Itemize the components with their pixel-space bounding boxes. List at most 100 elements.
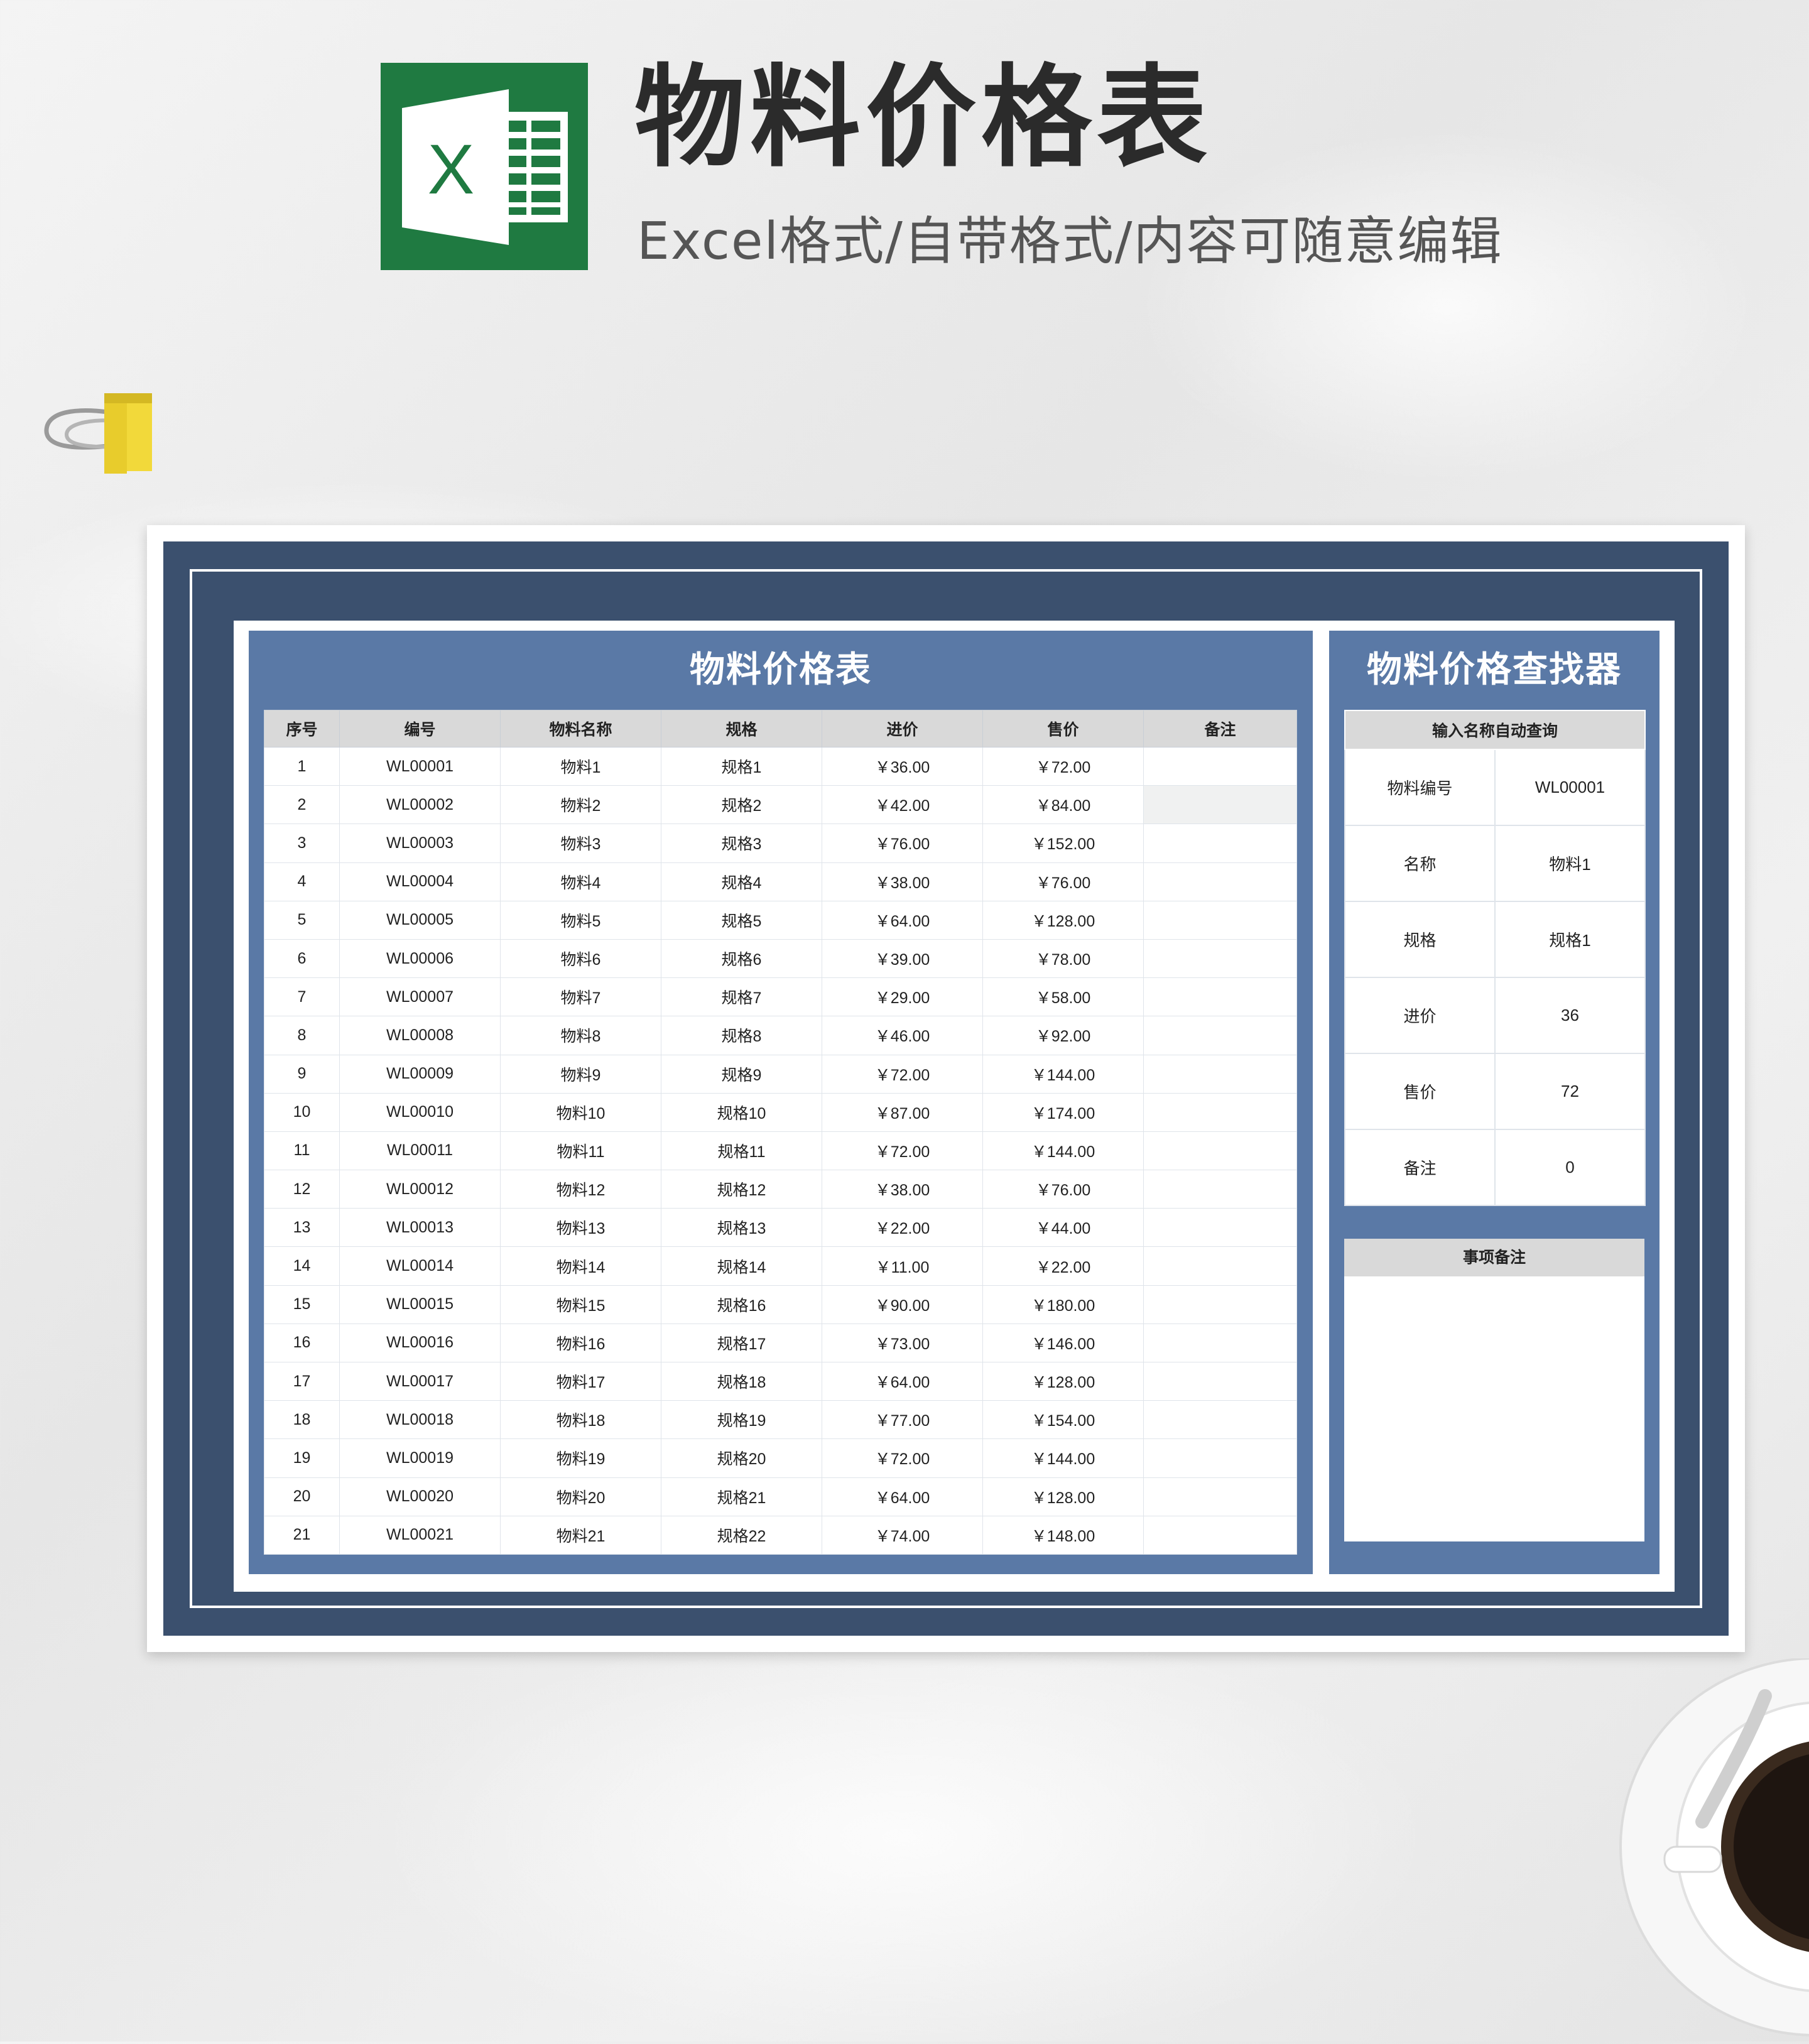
table-cell[interactable]: ￥46.00: [822, 1016, 983, 1055]
table-cell[interactable]: ￥72.00: [822, 1438, 983, 1478]
table-cell[interactable]: 物料15: [500, 1285, 661, 1324]
note-cell[interactable]: [1143, 1170, 1297, 1209]
table-cell[interactable]: 11: [264, 1131, 340, 1171]
table-cell[interactable]: ￥72.00: [822, 1131, 983, 1171]
table-cell[interactable]: WL00008: [339, 1016, 501, 1055]
table-cell[interactable]: 15: [264, 1285, 340, 1324]
table-cell[interactable]: WL00014: [339, 1246, 501, 1286]
table-cell[interactable]: 规格14: [661, 1246, 822, 1286]
table-cell[interactable]: ￥36.00: [822, 746, 983, 786]
table-cell[interactable]: ￥128.00: [982, 1361, 1144, 1401]
table-cell[interactable]: ￥92.00: [982, 1016, 1144, 1055]
table-cell[interactable]: ￥58.00: [982, 977, 1144, 1017]
note-cell[interactable]: [1143, 1092, 1297, 1132]
table-cell[interactable]: ￥22.00: [822, 1208, 983, 1248]
table-cell[interactable]: 物料18: [500, 1400, 661, 1440]
table-cell[interactable]: 规格22: [661, 1515, 822, 1555]
table-cell[interactable]: ￥128.00: [982, 1477, 1144, 1516]
table-cell[interactable]: 物料10: [500, 1092, 661, 1132]
table-cell[interactable]: 规格10: [661, 1092, 822, 1132]
table-cell[interactable]: WL00016: [339, 1323, 501, 1363]
table-cell[interactable]: 14: [264, 1246, 340, 1286]
table-cell[interactable]: ￥74.00: [822, 1515, 983, 1555]
table-cell[interactable]: 19: [264, 1438, 340, 1478]
table-cell[interactable]: ￥38.00: [822, 862, 983, 901]
table-cell[interactable]: ￥64.00: [822, 1477, 983, 1516]
table-cell[interactable]: ￥90.00: [822, 1285, 983, 1324]
table-cell[interactable]: ￥76.00: [982, 1170, 1144, 1209]
table-cell[interactable]: ￥39.00: [822, 938, 983, 979]
table-cell[interactable]: 物料19: [500, 1438, 661, 1478]
table-cell[interactable]: ￥148.00: [982, 1515, 1144, 1555]
lookup-value[interactable]: 36: [1494, 977, 1646, 1054]
note-cell[interactable]: [1143, 1361, 1297, 1401]
table-cell[interactable]: 物料7: [500, 977, 661, 1017]
table-cell[interactable]: 9: [264, 1054, 340, 1094]
note-cell[interactable]: [1143, 1323, 1297, 1363]
table-cell[interactable]: WL00001: [339, 746, 501, 786]
table-cell[interactable]: 规格4: [661, 862, 822, 901]
table-cell[interactable]: 10: [264, 1092, 340, 1132]
note-cell[interactable]: [1143, 900, 1297, 940]
table-cell[interactable]: 规格3: [661, 824, 822, 863]
table-cell[interactable]: 规格18: [661, 1361, 822, 1401]
table-cell[interactable]: 20: [264, 1477, 340, 1516]
note-cell[interactable]: [1143, 1208, 1297, 1248]
table-cell[interactable]: WL00007: [339, 977, 501, 1017]
table-cell[interactable]: 7: [264, 977, 340, 1017]
note-cell[interactable]: [1143, 1054, 1297, 1094]
table-cell[interactable]: 物料20: [500, 1477, 661, 1516]
note-cell[interactable]: [1143, 1246, 1297, 1286]
table-cell[interactable]: 21: [264, 1515, 340, 1555]
table-cell[interactable]: ￥77.00: [822, 1400, 983, 1440]
table-cell[interactable]: 规格9: [661, 1054, 822, 1094]
lookup-value[interactable]: 规格1: [1494, 901, 1646, 978]
table-cell[interactable]: ￥174.00: [982, 1092, 1144, 1132]
note-cell[interactable]: [1143, 1515, 1297, 1555]
table-cell[interactable]: 物料17: [500, 1361, 661, 1401]
table-cell[interactable]: 物料3: [500, 824, 661, 863]
table-cell[interactable]: ￥144.00: [982, 1438, 1144, 1478]
table-cell[interactable]: 2: [264, 785, 340, 825]
table-cell[interactable]: 物料2: [500, 785, 661, 825]
lookup-value[interactable]: 0: [1494, 1129, 1646, 1206]
note-cell[interactable]: [1143, 1400, 1297, 1440]
table-cell[interactable]: 物料5: [500, 900, 661, 940]
note-cell[interactable]: [1143, 785, 1297, 825]
table-cell[interactable]: ￥72.00: [982, 746, 1144, 786]
table-cell[interactable]: WL00002: [339, 785, 501, 825]
table-cell[interactable]: ￥144.00: [982, 1054, 1144, 1094]
table-cell[interactable]: WL00004: [339, 862, 501, 901]
table-cell[interactable]: 物料13: [500, 1208, 661, 1248]
table-cell[interactable]: WL00013: [339, 1208, 501, 1248]
lookup-value[interactable]: 物料1: [1494, 825, 1646, 902]
table-cell[interactable]: WL00003: [339, 824, 501, 863]
table-cell[interactable]: ￥144.00: [982, 1131, 1144, 1171]
table-cell[interactable]: 物料12: [500, 1170, 661, 1209]
lookup-value[interactable]: 72: [1494, 1053, 1646, 1130]
table-cell[interactable]: 18: [264, 1400, 340, 1440]
table-cell[interactable]: ￥72.00: [822, 1054, 983, 1094]
table-cell[interactable]: 规格12: [661, 1170, 822, 1209]
table-cell[interactable]: 物料11: [500, 1131, 661, 1171]
table-cell[interactable]: 5: [264, 900, 340, 940]
table-cell[interactable]: ￥11.00: [822, 1246, 983, 1286]
table-cell[interactable]: WL00015: [339, 1285, 501, 1324]
table-cell[interactable]: 规格13: [661, 1208, 822, 1248]
table-cell[interactable]: ￥64.00: [822, 900, 983, 940]
table-cell[interactable]: 物料8: [500, 1016, 661, 1055]
table-cell[interactable]: WL00011: [339, 1131, 501, 1171]
table-cell[interactable]: ￥73.00: [822, 1323, 983, 1363]
note-cell[interactable]: [1143, 824, 1297, 863]
table-cell[interactable]: WL00018: [339, 1400, 501, 1440]
note-cell[interactable]: [1143, 1016, 1297, 1055]
table-cell[interactable]: ￥84.00: [982, 785, 1144, 825]
table-cell[interactable]: 8: [264, 1016, 340, 1055]
table-cell[interactable]: 6: [264, 938, 340, 979]
table-cell[interactable]: 物料14: [500, 1246, 661, 1286]
note-cell[interactable]: [1143, 1131, 1297, 1171]
lookup-input[interactable]: WL00001: [1494, 749, 1646, 826]
table-cell[interactable]: 13: [264, 1208, 340, 1248]
table-cell[interactable]: ￥22.00: [982, 1246, 1144, 1286]
table-cell[interactable]: 规格6: [661, 938, 822, 979]
